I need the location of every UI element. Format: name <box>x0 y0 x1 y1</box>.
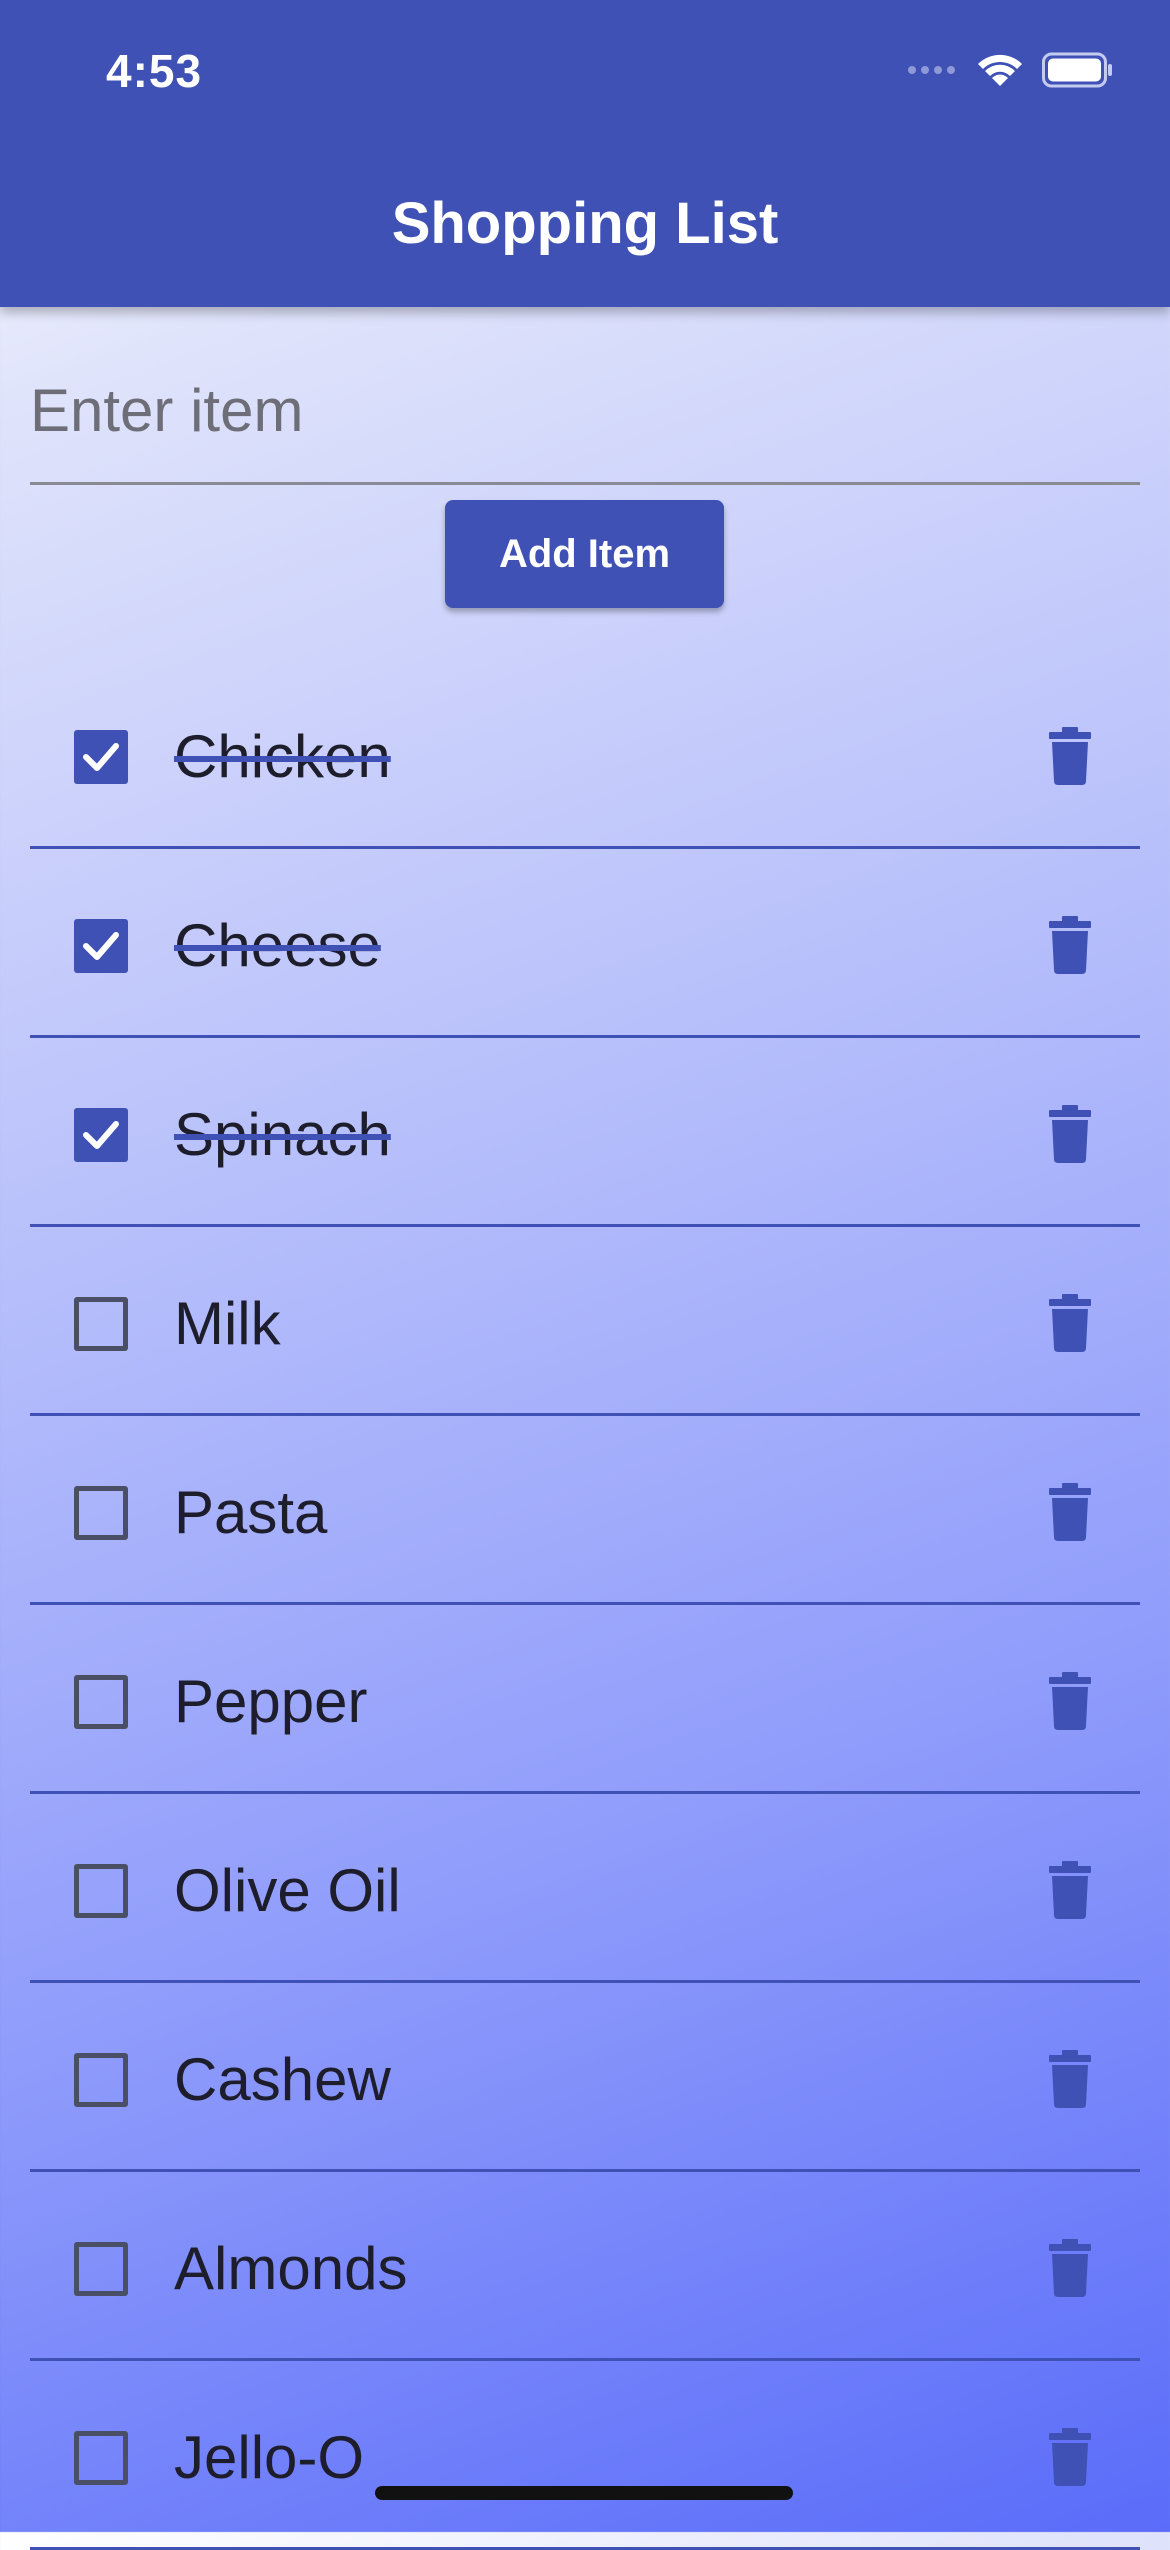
delete-item-button[interactable] <box>1046 2049 1094 2109</box>
item-checkbox[interactable] <box>74 1297 128 1351</box>
item-input[interactable] <box>30 350 1140 470</box>
wifi-icon <box>976 52 1024 93</box>
delete-item-button[interactable] <box>1046 1482 1094 1542</box>
trash-icon <box>1049 1672 1091 1730</box>
trash-icon <box>1049 727 1091 785</box>
signal-icon <box>906 62 958 83</box>
list-item: Pepper <box>30 1605 1140 1794</box>
item-checkbox[interactable] <box>74 1675 128 1729</box>
trash-icon <box>1049 1294 1091 1352</box>
item-label: Pepper <box>174 1668 368 1735</box>
trash-icon <box>1049 916 1091 974</box>
item-label: Cheese <box>174 912 381 979</box>
delete-item-button[interactable] <box>1046 1293 1094 1353</box>
list-item: Cheese <box>30 849 1140 1038</box>
delete-item-button[interactable] <box>1046 1860 1094 1920</box>
list-item: Spinach <box>30 1038 1140 1227</box>
app-bar: 4:53 Shopping List <box>0 0 1170 307</box>
item-checkbox[interactable] <box>74 919 128 973</box>
home-indicator <box>375 2486 793 2500</box>
delete-item-button[interactable] <box>1046 2238 1094 2298</box>
delete-item-button[interactable] <box>1046 1671 1094 1731</box>
check-icon <box>83 932 119 960</box>
add-item-button[interactable]: Add Item <box>445 500 724 608</box>
trash-icon <box>1049 1483 1091 1541</box>
check-icon <box>83 743 119 771</box>
trash-icon <box>1049 2428 1091 2486</box>
trash-icon <box>1049 2050 1091 2108</box>
item-label: Chicken <box>174 723 391 790</box>
item-checkbox[interactable] <box>74 1486 128 1540</box>
item-checkbox[interactable] <box>74 1108 128 1162</box>
battery-icon <box>1042 52 1114 93</box>
item-label: Almonds <box>174 2235 408 2302</box>
trash-icon <box>1049 1861 1091 1919</box>
item-label: Jello-O <box>174 2424 365 2491</box>
list-item: Jello-O <box>30 2361 1140 2550</box>
list-item: Pasta <box>30 1416 1140 1605</box>
status-icons <box>906 52 1114 93</box>
list-item: Cashew <box>30 1983 1140 2172</box>
list-item: Olive Oil <box>30 1794 1140 1983</box>
list-item: Chicken <box>30 660 1140 849</box>
item-checkbox[interactable] <box>74 2242 128 2296</box>
list-item: Milk <box>30 1227 1140 1416</box>
list-item: Almonds <box>30 2172 1140 2361</box>
trash-icon <box>1049 1105 1091 1163</box>
item-label: Milk <box>174 1290 281 1357</box>
shopping-list: Chicken Cheese Spinach Milk Pasta Pepper… <box>30 660 1140 2550</box>
item-checkbox[interactable] <box>74 2431 128 2485</box>
delete-item-button[interactable] <box>1046 1104 1094 1164</box>
item-input-field <box>30 350 1140 485</box>
item-checkbox[interactable] <box>74 2053 128 2107</box>
item-checkbox[interactable] <box>74 730 128 784</box>
page-title: Shopping List <box>391 191 779 256</box>
item-label: Spinach <box>174 1101 391 1168</box>
delete-item-button[interactable] <box>1046 726 1094 786</box>
item-checkbox[interactable] <box>74 1864 128 1918</box>
status-time: 4:53 <box>106 45 203 97</box>
item-label: Pasta <box>174 1479 328 1546</box>
item-label: Olive Oil <box>174 1857 401 1924</box>
item-label: Cashew <box>174 2046 391 2113</box>
check-icon <box>83 1121 119 1149</box>
trash-icon <box>1049 2239 1091 2297</box>
delete-item-button[interactable] <box>1046 915 1094 975</box>
delete-item-button[interactable] <box>1046 2427 1094 2487</box>
